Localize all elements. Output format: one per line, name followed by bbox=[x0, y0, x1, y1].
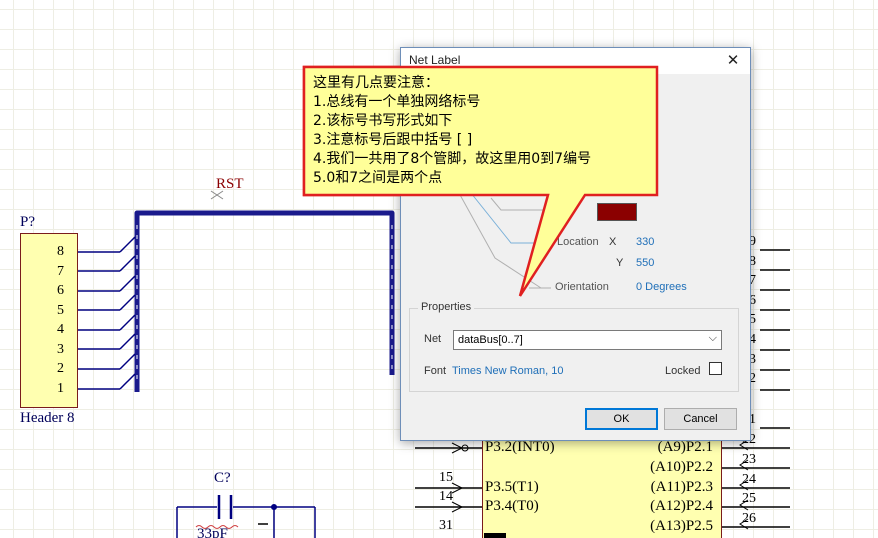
callout-text: 这里有几点要注意： 1.总线有一个单独网络标号 2.该标号书写形式如下 3.注意… bbox=[313, 74, 653, 188]
location-label: Location bbox=[557, 236, 599, 248]
header-pin-7: 7 bbox=[57, 263, 64, 279]
callout-line: 这里有几点要注意： bbox=[313, 75, 439, 91]
callout-line: 5.0和7之间是两个点 bbox=[313, 170, 443, 186]
ic-right-pin-number: 23 bbox=[742, 452, 756, 467]
ic-left-pin-label: P3.5(T1) bbox=[485, 479, 539, 495]
ic-left-pin-label: P3.4(T0) bbox=[485, 498, 539, 514]
ic-right-pin-label: (A11)P2.3 bbox=[650, 479, 713, 495]
capacitor-designator[interactable]: C? bbox=[214, 471, 231, 486]
ic-right-pin-label: (A10)P2.2 bbox=[650, 459, 713, 475]
font-label: Font bbox=[424, 365, 447, 377]
callout-line: 4.我们一共用了8个管脚，故这里用0到7编号 bbox=[313, 151, 592, 167]
header-pin-8: 8 bbox=[57, 244, 64, 259]
y-label: Y bbox=[616, 257, 624, 269]
properties-group: Properties Net dataBus[0..7] ⌵ Font Time… bbox=[409, 301, 739, 392]
header-pin-4: 4 bbox=[57, 322, 64, 337]
ic-right-pin-number: 24 bbox=[742, 472, 756, 487]
capacitor-value[interactable]: 33pF bbox=[197, 527, 228, 538]
locked-checkbox[interactable] bbox=[709, 362, 722, 375]
dialog-title: Net Label bbox=[409, 53, 461, 67]
callout-line: 1.总线有一个单独网络标号 bbox=[313, 94, 481, 110]
net-label-marker bbox=[210, 190, 224, 200]
x-label: X bbox=[609, 236, 617, 248]
ic-left-pin-number: 14 bbox=[439, 489, 453, 504]
header-8-body[interactable] bbox=[20, 233, 78, 408]
color-swatch[interactable] bbox=[597, 203, 637, 221]
orientation-value[interactable]: 0 Degrees bbox=[636, 281, 687, 293]
net-combo[interactable]: dataBus[0..7] ⌵ bbox=[453, 330, 722, 350]
header-pin-6: 6 bbox=[57, 283, 64, 298]
orientation-label: Orientation bbox=[555, 281, 609, 293]
component-designator[interactable]: P? bbox=[20, 215, 35, 230]
chevron-down-icon[interactable]: ⌵ bbox=[709, 332, 717, 345]
ic-left-pin-label: P3.2(INT0) bbox=[485, 439, 555, 455]
data-bus bbox=[134, 210, 395, 392]
component-comment[interactable]: Header 8 bbox=[20, 411, 75, 426]
callout-line: 2.该标号书写形式如下 bbox=[313, 113, 453, 129]
x-value[interactable]: 330 bbox=[636, 236, 654, 248]
ic-pin-bar bbox=[484, 533, 506, 538]
ok-button[interactable]: OK bbox=[585, 408, 658, 430]
ic-right-pin-number: 25 bbox=[742, 491, 756, 506]
ic-right-pin-label: (A13)P2.5 bbox=[650, 518, 713, 534]
ic-right-pin-label: (A9)P2.1 bbox=[657, 439, 713, 455]
locked-label: Locked bbox=[665, 365, 701, 377]
header-pin-2: 2 bbox=[57, 361, 64, 376]
ic-left-pin-number: 31 bbox=[439, 518, 453, 533]
y-value[interactable]: 550 bbox=[636, 257, 654, 269]
ic-right-pin-label: (A12)P2.4 bbox=[650, 498, 713, 514]
ic-left-pin-number: 15 bbox=[439, 470, 453, 485]
header-pin-3: 3 bbox=[57, 341, 64, 357]
net-combo-value[interactable]: dataBus[0..7] bbox=[458, 334, 523, 346]
properties-title: Properties bbox=[418, 301, 475, 313]
left-bus-entries bbox=[78, 236, 136, 390]
header-pin-5: 5 bbox=[57, 302, 64, 318]
font-link[interactable]: Times New Roman, 10 bbox=[452, 365, 563, 377]
callout-line: 3.注意标号后跟中括号 [ ] bbox=[313, 132, 473, 148]
ic-right-pin-number: 26 bbox=[742, 511, 756, 526]
net-label-rst[interactable]: RST bbox=[216, 177, 244, 192]
dialog-titlebar[interactable]: Net Label ✕ bbox=[401, 48, 750, 74]
close-icon[interactable]: ✕ bbox=[722, 50, 744, 72]
net-field-label: Net bbox=[424, 333, 442, 345]
cancel-button[interactable]: Cancel bbox=[664, 408, 737, 430]
header-pin-1: 1 bbox=[57, 380, 64, 396]
